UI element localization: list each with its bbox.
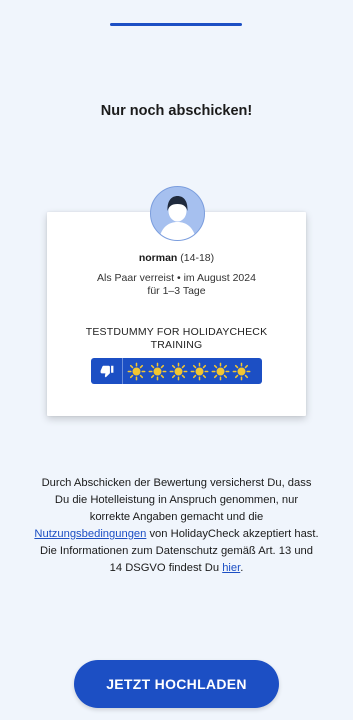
sun-icon [127,362,146,380]
sun-rating [123,362,251,381]
thumbs-down-icon [100,365,113,378]
disclaimer-text-3: . [240,562,244,574]
progress-bar [110,23,242,26]
hotel-name-line1: TESTDUMMY FOR HOLIDAYCHECK [85,326,268,338]
upload-button[interactable]: JETZT HOCHLADEN [74,660,279,708]
terms-link[interactable]: Nutzungsbedingungen [34,528,146,540]
hotel-name: TESTDUMMY FOR HOLIDAYCHECK TRAINING [47,326,306,352]
reviewer-age: (14-18) [180,252,215,264]
reviewer-info: norman (14-18) [47,252,306,264]
legal-disclaimer: Durch Abschicken der Bewertung versicher… [34,475,319,577]
recommendation-cell [91,358,123,384]
privacy-link[interactable]: hier [222,562,240,574]
sun-icon [190,362,209,380]
page-title: Nur noch abschicken! [100,103,253,119]
sun-icon [169,362,188,380]
trip-duration: für 1–3 Tage [147,285,206,297]
review-summary-card [47,212,306,416]
hotel-name-line2: TRAINING [150,339,203,351]
trip-details: Als Paar verreist • im August 2024 [97,272,256,284]
sun-icon [211,362,230,380]
sun-icon [232,362,251,380]
rating-bar [91,358,262,384]
avatar [150,186,205,241]
trip-info: Als Paar verreist • im August 2024 für 1… [47,272,306,298]
reviewer-name: norman [138,252,178,264]
user-avatar-icon [151,187,204,240]
disclaimer-text-1: Durch Abschicken der Bewertung versicher… [41,477,312,523]
sun-icon [148,362,167,380]
